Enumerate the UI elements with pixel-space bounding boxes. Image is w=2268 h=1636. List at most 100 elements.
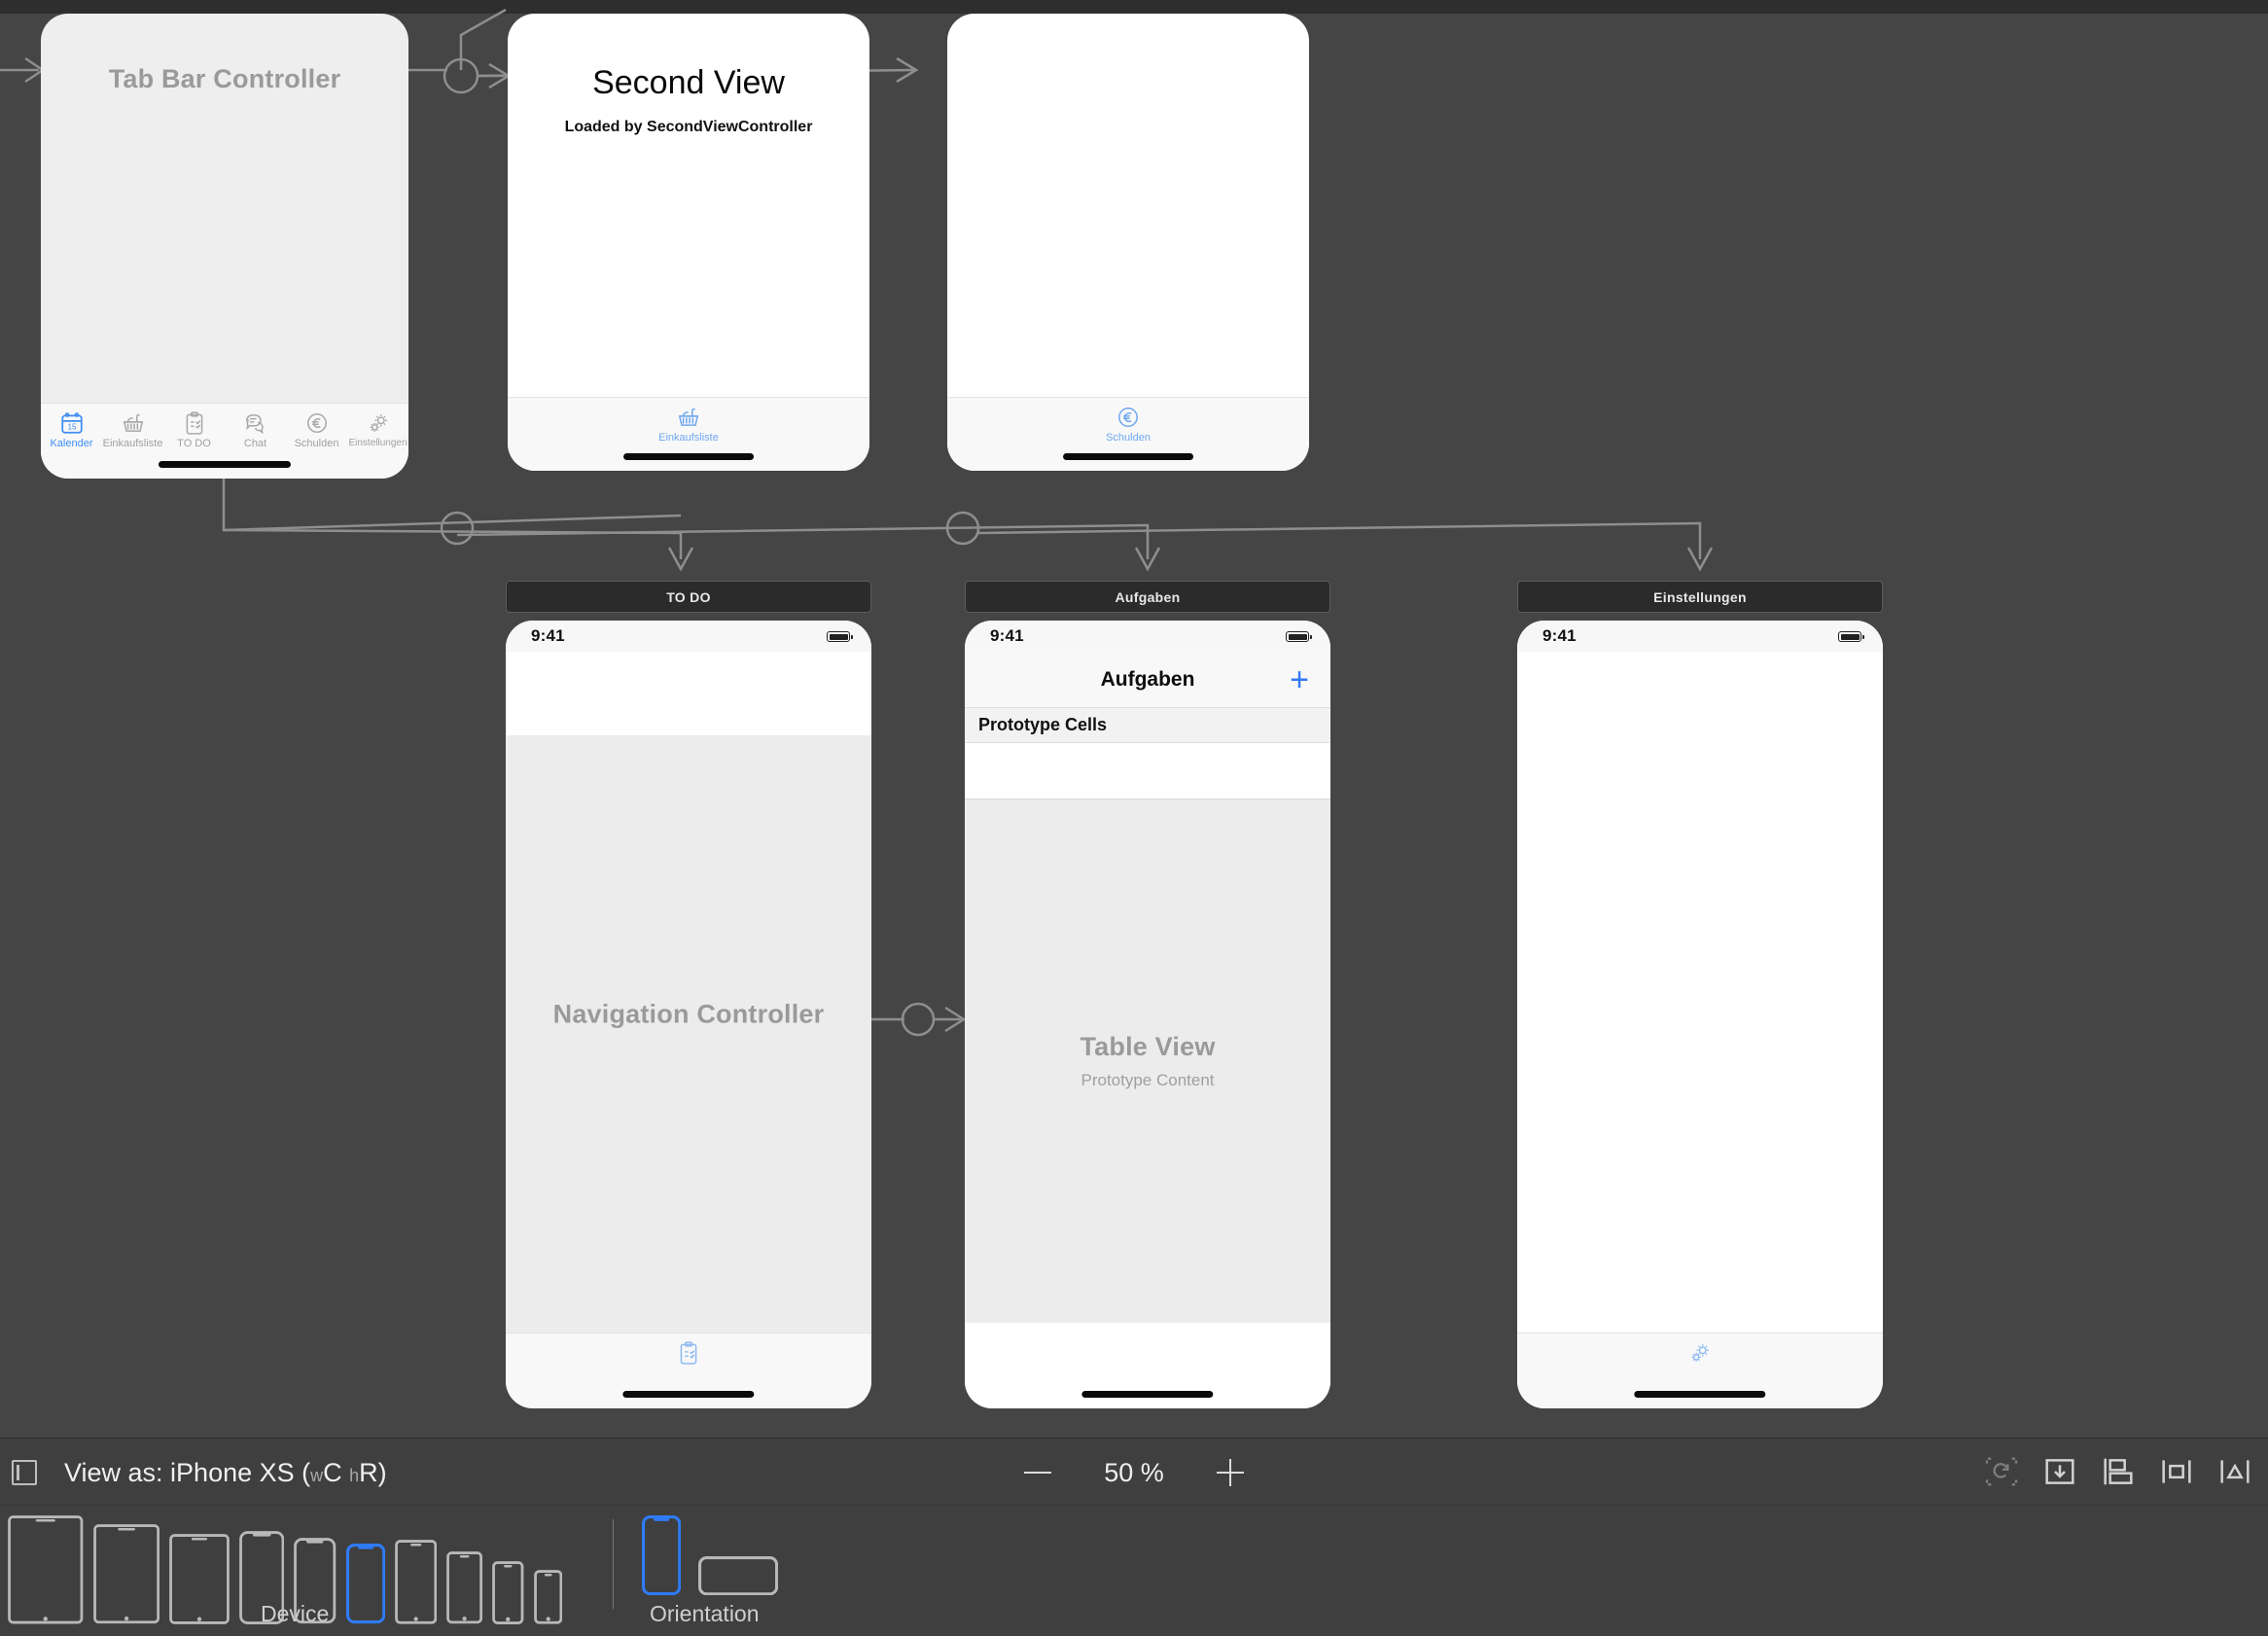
- zoom-out-button[interactable]: [1021, 1456, 1054, 1489]
- prototype-cells-header: Prototype Cells: [965, 708, 1330, 743]
- nav-controller-body: [506, 735, 871, 1333]
- navigation-bar: Aufgaben +: [965, 652, 1330, 708]
- home-indicator: [622, 1391, 755, 1398]
- navigation-controller-label: Navigation Controller: [552, 999, 825, 1029]
- device-chooser-bar: Device Orientation Vary for Traits: [0, 1506, 2268, 1636]
- home-indicator: [1081, 1391, 1214, 1398]
- align-icon[interactable]: [2157, 1452, 2196, 1491]
- euro-circle-icon: [1118, 408, 1138, 427]
- zoom-level: 50 %: [1104, 1457, 1164, 1487]
- device-icon-iphone-8-plus[interactable]: [395, 1539, 438, 1624]
- basket-icon: [678, 408, 699, 426]
- home-indicator: [1634, 1391, 1766, 1398]
- storyboard-editor: Tab Bar Controller 15 Kalender Einkaufsl…: [0, 0, 2268, 1636]
- clipboard-icon: [186, 411, 202, 435]
- home-indicator: [1063, 453, 1193, 460]
- orientation-icon-portrait[interactable]: [642, 1515, 682, 1596]
- svg-text:15: 15: [67, 423, 77, 432]
- device-label: Device: [261, 1601, 330, 1626]
- update-frames-icon[interactable]: [1982, 1452, 2021, 1491]
- scene-aufgaben-table-view[interactable]: 9:41 Aufgaben + Prototype Cells Table Vi…: [965, 621, 1330, 1408]
- tab-item-schulden-selected[interactable]: Schulden: [947, 405, 1309, 444]
- layout-tool-icons: [1982, 1452, 2254, 1491]
- tab-item-einstellungen-selected[interactable]: [1517, 1340, 1883, 1368]
- device-orientation-divider: [613, 1519, 614, 1609]
- scene-navigation-controller[interactable]: 9:41 Navigation Controller: [506, 621, 871, 1408]
- tab-label-chat: Chat: [243, 438, 267, 449]
- embed-in-icon[interactable]: [2040, 1452, 2079, 1491]
- zoom-in-button[interactable]: [1214, 1456, 1247, 1489]
- device-icon-ipad-pro-129[interactable]: [8, 1515, 84, 1624]
- device-icon-iphone-xs[interactable]: [345, 1544, 385, 1624]
- view-as-prefix: View as: iPhone XS (: [64, 1458, 311, 1487]
- view-as-height-class: R): [359, 1458, 387, 1487]
- device-icon-iphone-se[interactable]: [492, 1560, 524, 1624]
- scene-second-view[interactable]: Second View Loaded by SecondViewControll…: [508, 14, 869, 471]
- prototype-cell[interactable]: [965, 743, 1330, 800]
- second-view-title: Second View: [592, 64, 785, 101]
- gears-icon: [1691, 1344, 1709, 1362]
- device-icon-iphone-4s[interactable]: [534, 1569, 563, 1624]
- status-time: 9:41: [990, 626, 1024, 645]
- status-time: 9:41: [531, 626, 565, 645]
- gears-icon: [370, 414, 387, 432]
- tab-label-einstellungen: Einstellungen: [348, 438, 408, 448]
- scene-schulden-view[interactable]: Schulden: [947, 14, 1309, 471]
- tab-bar-controller-label: Tab Bar Controller: [108, 64, 341, 93]
- view-as-width-class-prefix: w: [310, 1466, 324, 1485]
- orientation-icon-landscape[interactable]: [698, 1555, 779, 1596]
- add-constraints-icon[interactable]: [2215, 1452, 2254, 1491]
- status-bar: 9:41: [1517, 621, 1883, 652]
- calendar-icon: 15: [60, 412, 83, 434]
- table-view-sublabel: Prototype Content: [1081, 1071, 1215, 1089]
- tab-label-schulden: Schulden: [294, 438, 339, 449]
- tab-item-kalender[interactable]: 15 Kalender: [41, 410, 102, 449]
- tab-item-todo[interactable]: TO DO: [163, 410, 225, 449]
- tab-item-einkaufsliste-selected[interactable]: Einkaufsliste: [508, 405, 869, 444]
- chat-bubbles-icon: [245, 414, 264, 435]
- status-time: 9:41: [1542, 626, 1577, 645]
- scene-tab-bar-controller[interactable]: Tab Bar Controller 15 Kalender Einkaufsl…: [41, 14, 408, 479]
- orientation-list[interactable]: [642, 1515, 779, 1596]
- tab-item-einkaufsliste[interactable]: Einkaufsliste: [102, 410, 163, 449]
- scene-title-todo[interactable]: TO DO: [506, 581, 871, 613]
- tab-label-todo: TO DO: [177, 438, 211, 449]
- tab-label-einkaufsliste: Einkaufsliste: [102, 438, 163, 449]
- status-bar: 9:41: [506, 621, 871, 652]
- clipboard-icon: [680, 1341, 697, 1365]
- tab-item-einstellungen[interactable]: Einstellungen: [347, 410, 408, 448]
- home-indicator: [623, 453, 754, 460]
- device-icon-ipad-97[interactable]: [168, 1533, 230, 1624]
- tab-label-schulden-selected: Schulden: [1106, 432, 1151, 444]
- canvas-toolbar: View as: iPhone XS (wC hR) 50 %: [0, 1438, 2268, 1506]
- tab-item-schulden[interactable]: Schulden: [286, 410, 347, 449]
- basket-icon: [123, 413, 143, 432]
- canvas-top-strip: [0, 0, 2268, 14]
- view-as-label[interactable]: View as: iPhone XS (wC hR): [64, 1458, 387, 1488]
- tab-item-chat[interactable]: Chat: [225, 410, 286, 449]
- table-view-body[interactable]: Table View Prototype Content: [965, 800, 1330, 1323]
- second-view-subtitle: Loaded by SecondViewController: [564, 119, 813, 135]
- table-view-label: Table View: [1080, 1032, 1216, 1061]
- status-bar: 9:41: [965, 621, 1330, 652]
- view-as-width-class: C: [323, 1458, 342, 1487]
- tab-item-todo-selected[interactable]: [506, 1340, 871, 1368]
- battery-icon: [827, 631, 853, 642]
- device-icon-iphone-8[interactable]: [446, 1551, 483, 1624]
- nav-bar-title: Aufgaben: [1100, 667, 1195, 691]
- tab-label-einkaufsliste-selected: Einkaufsliste: [658, 432, 719, 444]
- zoom-controls: 50 %: [1021, 1456, 1247, 1489]
- view-as-height-class-prefix: h: [349, 1466, 360, 1485]
- storyboard-canvas[interactable]: Tab Bar Controller 15 Kalender Einkaufsl…: [0, 0, 2268, 1438]
- resolve-auto-layout-icon[interactable]: [2099, 1452, 2138, 1491]
- device-icon-ipad-pro-11[interactable]: [92, 1524, 159, 1624]
- battery-icon: [1838, 631, 1864, 642]
- scene-einstellungen-view[interactable]: 9:41: [1517, 621, 1883, 1408]
- tab-label-kalender: Kalender: [50, 438, 93, 449]
- add-button[interactable]: +: [1290, 663, 1309, 696]
- scene-title-aufgaben[interactable]: Aufgaben: [965, 581, 1330, 613]
- view-as-toggle-icon[interactable]: [12, 1460, 37, 1485]
- battery-icon: [1286, 631, 1312, 642]
- home-indicator: [158, 461, 292, 468]
- scene-title-einstellungen[interactable]: Einstellungen: [1517, 581, 1883, 613]
